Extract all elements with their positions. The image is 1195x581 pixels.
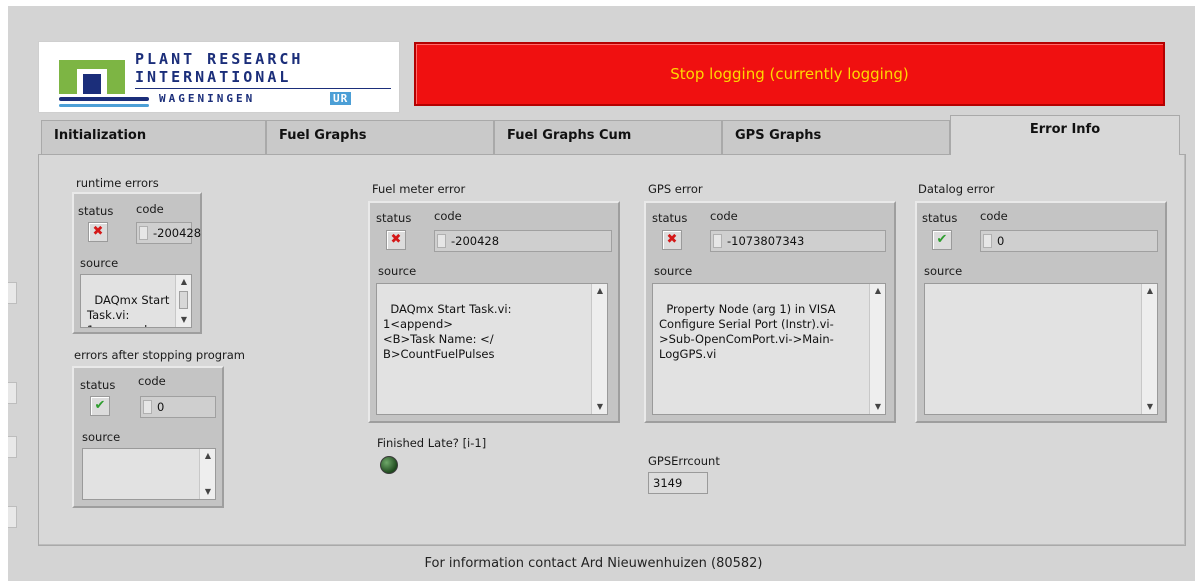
after-stop-source-field[interactable]: ▲ ▼ (82, 448, 216, 500)
gps-errcount-indicator: 3149 (648, 472, 708, 494)
after-stop-status-ok-icon[interactable]: ✔ (90, 396, 110, 416)
logo-rule (135, 88, 391, 89)
runtime-source-scrollbar[interactable]: ▲ ▼ (175, 275, 191, 327)
scroll-down-icon[interactable]: ▼ (176, 313, 191, 327)
side-notch (8, 282, 17, 304)
side-strip (8, 166, 17, 566)
fuel-code-label: code (434, 209, 462, 223)
side-notch (8, 382, 17, 404)
runtime-errors-title: runtime errors (76, 176, 159, 190)
fuel-status-error-icon[interactable]: ✖ (386, 230, 406, 250)
fuel-status-label: status (376, 211, 412, 225)
datalog-source-scrollbar[interactable]: ▲ ▼ (1141, 284, 1157, 414)
gps-source-scrollbar[interactable]: ▲ ▼ (869, 284, 885, 414)
gps-errcount-label: GPSErrcount (648, 454, 720, 468)
scroll-down-icon[interactable]: ▼ (1142, 400, 1157, 414)
after-stop-source-scrollbar[interactable]: ▲ ▼ (199, 449, 215, 499)
after-stop-status-label: status (80, 378, 116, 392)
gps-status-error-icon[interactable]: ✖ (662, 230, 682, 250)
gps-code-label: code (710, 209, 738, 223)
runtime-status-label: status (78, 204, 114, 218)
tab-fuel-graphs[interactable]: Fuel Graphs (266, 120, 494, 154)
pri-wageningen-logo: PLANT RESEARCH INTERNATIONAL WAGENINGEN … (38, 41, 400, 113)
gps-error-title: GPS error (648, 182, 703, 196)
logo-mark-icon (59, 60, 149, 110)
datalog-source-label: source (924, 264, 963, 278)
datalog-status-label: status (922, 211, 958, 225)
finished-late-led-icon[interactable] (380, 456, 398, 474)
datalog-code-field[interactable]: 0 (980, 230, 1158, 252)
tab-gps-graphs[interactable]: GPS Graphs (722, 120, 950, 154)
runtime-status-error-icon[interactable]: ✖ (88, 222, 108, 242)
scroll-up-icon[interactable]: ▲ (592, 284, 607, 298)
fuel-source-scrollbar[interactable]: ▲ ▼ (591, 284, 607, 414)
scroll-up-icon[interactable]: ▲ (200, 449, 215, 463)
gps-code-field[interactable]: -1073807343 (710, 230, 886, 252)
side-notch (8, 436, 17, 458)
gps-source-label: source (654, 264, 693, 278)
logo-line2: INTERNATIONAL (135, 68, 292, 86)
logo-ur-badge: UR (330, 92, 352, 105)
datalog-status-ok-icon[interactable]: ✔ (932, 230, 952, 250)
runtime-source-label: source (80, 256, 119, 270)
tab-error-info[interactable]: Error Info (950, 115, 1180, 155)
logo-line3: WAGENINGEN (159, 92, 256, 105)
logo-line1: PLANT RESEARCH (135, 50, 304, 68)
datalog-error-title: Datalog error (918, 182, 995, 196)
scroll-down-icon[interactable]: ▼ (870, 400, 885, 414)
after-stop-code-label: code (138, 374, 166, 388)
scroll-up-icon[interactable]: ▲ (176, 275, 191, 289)
fuel-meter-error-title: Fuel meter error (372, 182, 466, 196)
scroll-up-icon[interactable]: ▲ (870, 284, 885, 298)
runtime-code-field[interactable]: -200428 (136, 222, 201, 244)
gps-source-field[interactable]: Property Node (arg 1) in VISA Configure … (652, 283, 886, 415)
datalog-source-field[interactable]: ▲ ▼ (924, 283, 1158, 415)
stop-logging-button[interactable]: Stop logging (currently logging) (414, 42, 1165, 106)
errors-after-stop-title: errors after stopping program (74, 348, 246, 362)
after-stop-code-field[interactable]: 0 (140, 396, 216, 418)
finished-late-label: Finished Late? [i-1] (377, 436, 487, 450)
side-notch (8, 506, 17, 528)
after-stop-source-label: source (82, 430, 121, 444)
scroll-down-icon[interactable]: ▼ (592, 400, 607, 414)
runtime-source-field[interactable]: DAQmx Start Task.vi: 1<append> ▲▼ (80, 274, 192, 328)
runtime-code-label: code (136, 202, 164, 216)
fuel-source-label: source (378, 264, 417, 278)
tab-fuel-graphs-cum[interactable]: Fuel Graphs Cum (494, 120, 722, 154)
fuel-code-field[interactable]: -200428 (434, 230, 612, 252)
scroll-down-icon[interactable]: ▼ (200, 485, 215, 499)
gps-status-label: status (652, 211, 688, 225)
tab-initialization[interactable]: Initialization (41, 120, 266, 154)
footer-contact: For information contact Ard Nieuwenhuize… (424, 556, 763, 571)
datalog-code-label: code (980, 209, 1008, 223)
scroll-up-icon[interactable]: ▲ (1142, 284, 1157, 298)
fuel-source-field[interactable]: DAQmx Start Task.vi: 1<append> <B>Task N… (376, 283, 608, 415)
